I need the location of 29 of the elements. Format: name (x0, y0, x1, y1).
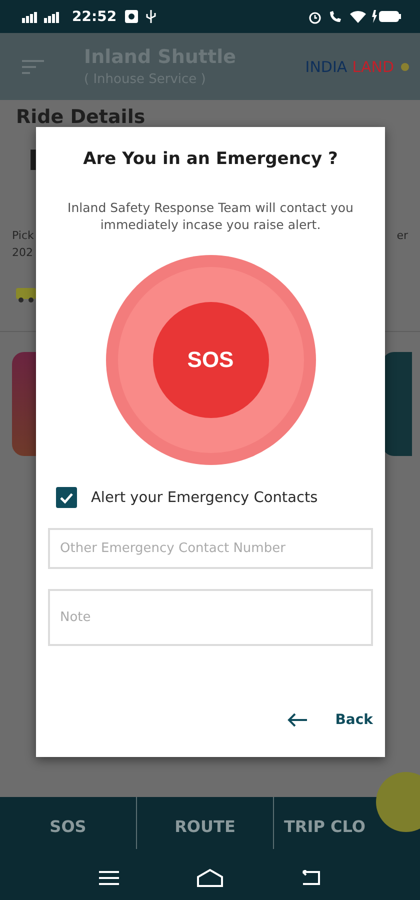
detail-text: er (396, 229, 408, 244)
detail-text: Pick (12, 229, 34, 242)
home-icon[interactable] (196, 868, 224, 888)
usb-icon (146, 10, 156, 23)
back-arrow-icon[interactable] (287, 713, 308, 727)
battery-icon (372, 10, 402, 23)
logo-text: INDIA LAND (305, 57, 394, 76)
checkbox-label: Alert your Emergency Contacts (91, 490, 318, 506)
phone-icon (328, 10, 344, 24)
back-icon[interactable] (301, 870, 322, 886)
nav-tab[interactable]: SOS (50, 816, 86, 836)
detail-text: 202 (12, 246, 34, 259)
input-field[interactable]: Note (48, 589, 373, 646)
alarm-icon (308, 10, 322, 24)
checkbox[interactable] (56, 487, 77, 508)
floating-action-button[interactable] (376, 772, 420, 832)
notification-icon (124, 10, 138, 23)
wifi-icon (350, 10, 366, 23)
big-letter: I (28, 144, 38, 177)
clock-time: 22:52 (72, 8, 117, 24)
dialog-title: Are You in an Emergency ? (83, 149, 338, 169)
nav-tab[interactable]: TRIP CLO (284, 816, 366, 836)
dialog-message: Inland Safety Response Team will contact you immediately incase you raise alert. (66, 199, 354, 233)
section-heading: Ride Details (16, 106, 146, 128)
nav-tab[interactable]: ROUTE (174, 816, 236, 836)
bus-icon (16, 287, 38, 303)
back-button[interactable]: Back (335, 712, 373, 728)
input-field[interactable]: Other Emergency Contact Number (48, 528, 373, 569)
sos-button[interactable]: SOS (106, 255, 316, 465)
